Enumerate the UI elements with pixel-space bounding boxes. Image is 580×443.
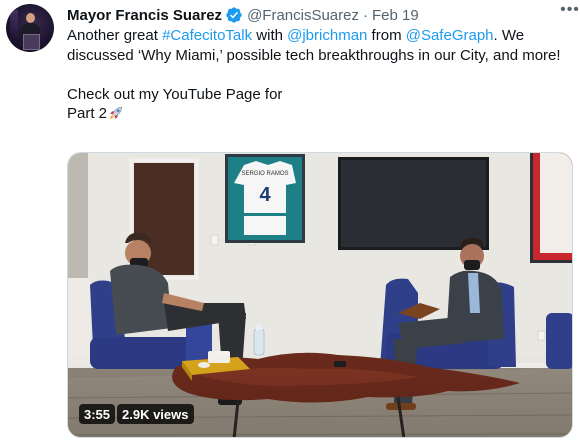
video-view-count: 2.9K views bbox=[117, 404, 194, 424]
jersey-number: 4 bbox=[259, 184, 271, 206]
separator-dot: · bbox=[363, 6, 368, 24]
text-segment: Another great bbox=[67, 27, 163, 44]
display-name[interactable]: Mayor Francis Suarez bbox=[67, 7, 222, 24]
text-segment: Part 2 bbox=[67, 105, 108, 122]
profile-avatar[interactable] bbox=[6, 4, 54, 52]
jersey-name: SERGIO RAMOS bbox=[241, 171, 288, 177]
avatar-head bbox=[26, 13, 35, 23]
tweet-paragraph-1: Another great #CafecitoTalk with @jbrich… bbox=[67, 26, 567, 65]
rocket-emoji bbox=[109, 106, 123, 120]
tweet-header: Mayor Francis Suarez @FrancisSuarez · Fe… bbox=[67, 4, 566, 26]
tweet[interactable]: Mayor Francis Suarez @FrancisSuarez · Fe… bbox=[0, 0, 580, 443]
video-frame: SERGIO RAMOS 4 bbox=[68, 153, 572, 437]
tweet-text: Another great #CafecitoTalk with @jbrich… bbox=[67, 26, 567, 124]
mention-link-safegraph[interactable]: @SafeGraph bbox=[406, 27, 494, 44]
verified-badge-icon bbox=[226, 7, 242, 23]
video-player[interactable]: SERGIO RAMOS 4 3:55 2.9K views bbox=[67, 152, 573, 438]
mention-link-jbrichman[interactable]: @jbrichman bbox=[287, 27, 367, 44]
text-segment: with bbox=[252, 27, 288, 44]
avatar-podium bbox=[23, 34, 40, 50]
text-segment: Check out my YouTube Page for bbox=[67, 85, 283, 103]
tweet-date[interactable]: Feb 19 bbox=[372, 7, 419, 24]
more-horizontal-icon[interactable]: ••• bbox=[560, 0, 580, 20]
author-handle[interactable]: @FrancisSuarez bbox=[247, 7, 359, 24]
video-duration: 3:55 bbox=[79, 404, 116, 424]
tweet-paragraph-2: Check out my YouTube Page for Part 2 bbox=[67, 85, 567, 124]
hashtag-link[interactable]: #CafecitoTalk bbox=[162, 27, 252, 44]
text-segment: from bbox=[367, 27, 406, 44]
avatar-light bbox=[10, 10, 18, 40]
